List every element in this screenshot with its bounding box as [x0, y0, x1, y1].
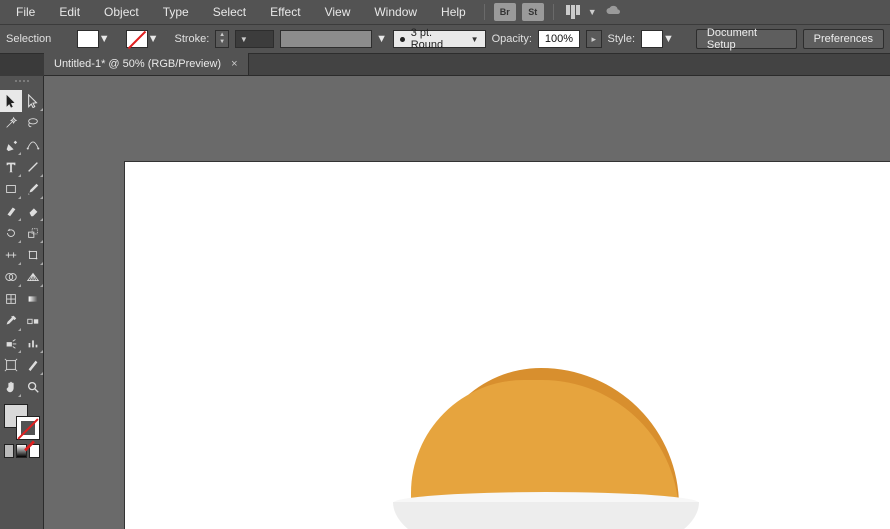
- document-setup-button[interactable]: Document Setup: [696, 29, 797, 49]
- color-mode-buttons[interactable]: [4, 444, 40, 458]
- shape-builder-tool[interactable]: [0, 266, 22, 288]
- tab-corner: [0, 54, 44, 76]
- menu-divider: [484, 4, 485, 20]
- stroke-weight-stepper[interactable]: ▲▼: [215, 30, 229, 48]
- color-mode-none[interactable]: [29, 444, 40, 458]
- menu-help[interactable]: Help: [429, 0, 478, 24]
- preferences-button[interactable]: Preferences: [803, 29, 884, 49]
- magic-wand-tool[interactable]: [0, 112, 22, 134]
- canvas-area[interactable]: [44, 76, 890, 529]
- menu-type[interactable]: Type: [151, 0, 201, 24]
- stroke-swatch[interactable]: ▼: [126, 30, 159, 48]
- document-tab-strip: Untitled-1* @ 50% (RGB/Preview) ×: [0, 54, 890, 76]
- variable-width-profile[interactable]: [280, 30, 372, 48]
- rotate-tool[interactable]: [0, 222, 22, 244]
- scale-tool[interactable]: [22, 222, 44, 244]
- arrange-documents-icon[interactable]: [566, 5, 580, 19]
- opacity-more-button[interactable]: ▸: [586, 30, 601, 48]
- menu-edit[interactable]: Edit: [47, 0, 92, 24]
- rectangle-tool[interactable]: [0, 178, 22, 200]
- stock-icon[interactable]: St: [522, 3, 544, 21]
- paintbrush-tool[interactable]: [22, 178, 44, 200]
- hand-tool[interactable]: [0, 376, 22, 398]
- chevron-down-icon: ▼: [148, 33, 159, 45]
- shaper-tool[interactable]: [0, 200, 22, 222]
- menu-divider-2: [553, 4, 554, 20]
- stroke-weight-dropdown[interactable]: ▼: [235, 30, 274, 48]
- perspective-grid-tool[interactable]: [22, 266, 44, 288]
- free-transform-tool[interactable]: [22, 244, 44, 266]
- menu-object[interactable]: Object: [92, 0, 151, 24]
- eyedropper-tool[interactable]: [0, 310, 22, 332]
- plate-shape[interactable]: [393, 502, 699, 529]
- direct-selection-tool[interactable]: [22, 90, 44, 112]
- type-tool[interactable]: [0, 156, 22, 178]
- chevron-down-icon: ▼: [99, 33, 110, 45]
- zoom-tool[interactable]: [22, 376, 44, 398]
- menu-select[interactable]: Select: [201, 0, 258, 24]
- symbol-sprayer-tool[interactable]: [0, 332, 22, 354]
- panel-grip-icon[interactable]: [2, 80, 42, 88]
- pen-tool[interactable]: [0, 134, 22, 156]
- close-tab-icon[interactable]: ×: [231, 58, 237, 70]
- tools-panel: [0, 76, 44, 529]
- fill-swatch[interactable]: ▼: [77, 30, 110, 48]
- document-tab[interactable]: Untitled-1* @ 50% (RGB/Preview) ×: [44, 53, 249, 75]
- chevron-down-icon: ▼: [471, 35, 479, 44]
- chevron-down-icon: ▼: [663, 33, 674, 45]
- style-swatch[interactable]: ▼: [641, 30, 674, 48]
- bridge-icon[interactable]: Br: [494, 3, 516, 21]
- slice-tool[interactable]: [22, 354, 44, 376]
- column-graph-tool[interactable]: [22, 332, 44, 354]
- gradient-tool[interactable]: [22, 288, 44, 310]
- selection-label: Selection: [6, 33, 51, 45]
- sync-settings-icon[interactable]: [605, 4, 623, 21]
- menu-bar: File Edit Object Type Select Effect View…: [0, 0, 890, 24]
- artboard-tool[interactable]: [0, 354, 22, 376]
- style-label: Style:: [608, 33, 636, 45]
- menu-window[interactable]: Window: [362, 0, 429, 24]
- chevron-down-icon: ▼: [588, 7, 597, 17]
- brush-definition-dropdown[interactable]: 3 pt. Round ▼: [393, 30, 486, 48]
- selection-tool[interactable]: [0, 90, 22, 112]
- menu-effect[interactable]: Effect: [258, 0, 312, 24]
- opacity-field[interactable]: 100%: [538, 30, 580, 48]
- curvature-tool[interactable]: [22, 134, 44, 156]
- brush-dot-icon: [400, 37, 405, 42]
- stroke-box[interactable]: [16, 416, 40, 440]
- line-segment-tool[interactable]: [22, 156, 44, 178]
- mesh-tool[interactable]: [0, 288, 22, 310]
- lasso-tool[interactable]: [22, 112, 44, 134]
- color-mode-solid[interactable]: [4, 444, 15, 458]
- brush-label: 3 pt. Round: [411, 27, 465, 51]
- menu-file[interactable]: File: [4, 0, 47, 24]
- stroke-label: Stroke:: [175, 33, 210, 45]
- control-bar: Selection ▼ ▼ Stroke: ▲▼ ▼ ▼ 3 pt. Round…: [0, 24, 890, 54]
- artboard[interactable]: [124, 161, 890, 529]
- opacity-label: Opacity:: [492, 33, 532, 45]
- blend-tool[interactable]: [22, 310, 44, 332]
- workspace: [0, 76, 890, 529]
- width-tool[interactable]: [0, 244, 22, 266]
- menu-view[interactable]: View: [313, 0, 363, 24]
- eraser-tool[interactable]: [22, 200, 44, 222]
- fill-stroke-control[interactable]: [4, 404, 40, 440]
- document-tab-title: Untitled-1* @ 50% (RGB/Preview): [54, 58, 221, 70]
- chevron-down-icon: ▼: [376, 33, 387, 45]
